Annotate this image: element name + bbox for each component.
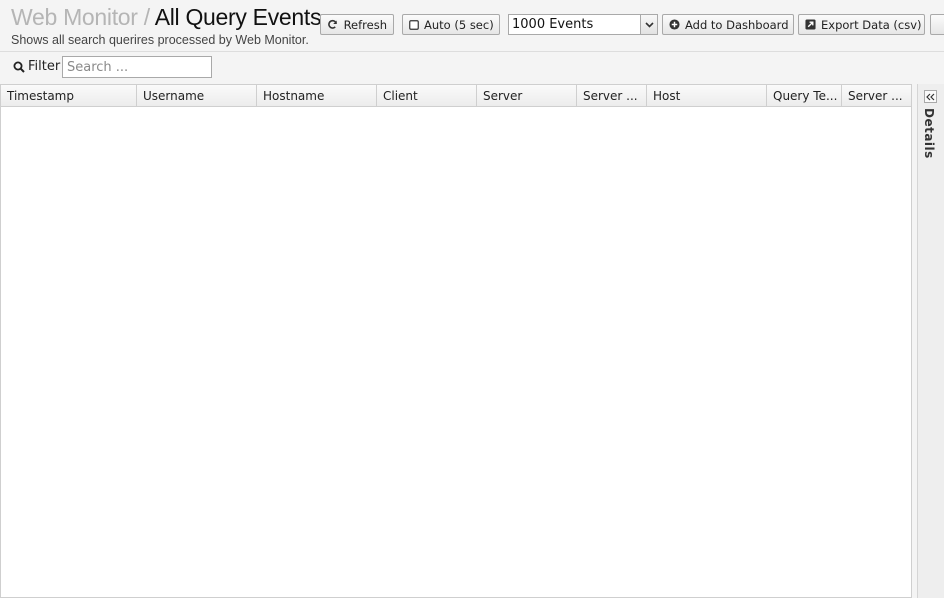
filter-label: Filter xyxy=(13,59,60,74)
details-panel: Details xyxy=(917,84,944,598)
column-header-username[interactable]: Username xyxy=(137,85,257,106)
filter-text: Filter xyxy=(28,59,61,74)
filter-bar: Filter xyxy=(0,52,944,84)
breadcrumb-current: All Query Events xyxy=(154,4,322,30)
overflow-button[interactable] xyxy=(930,14,944,35)
page-subtitle: Shows all search querires processed by W… xyxy=(11,33,309,47)
events-count-select[interactable]: 1000 Events xyxy=(508,14,658,35)
chevron-down-icon[interactable] xyxy=(640,15,657,34)
column-header-timestamp[interactable]: Timestamp xyxy=(1,85,137,106)
table-header: Timestamp Username Hostname Client Serve… xyxy=(1,85,911,107)
breadcrumb-parent[interactable]: Web Monitor xyxy=(11,4,138,30)
external-link-icon xyxy=(805,19,816,31)
add-to-dashboard-label: Add to Dashboard xyxy=(685,17,789,32)
page-title: Web Monitor / All Query Events xyxy=(11,3,321,31)
column-header-query-text[interactable]: Query Te... xyxy=(767,85,842,106)
search-input[interactable] xyxy=(62,56,212,78)
auto-refresh-label: Auto (5 sec) xyxy=(424,17,494,32)
refresh-button[interactable]: Refresh xyxy=(320,14,394,35)
page-header: Web Monitor / All Query Events Shows all… xyxy=(0,0,944,52)
breadcrumb-separator: / xyxy=(143,4,150,30)
column-header-server-2[interactable]: Server ... xyxy=(577,85,647,106)
refresh-label: Refresh xyxy=(343,17,387,32)
column-header-client[interactable]: Client xyxy=(377,85,477,106)
column-header-server-3[interactable]: Server ... xyxy=(842,85,911,106)
add-to-dashboard-button[interactable]: Add to Dashboard xyxy=(662,14,794,35)
column-header-server[interactable]: Server xyxy=(477,85,577,106)
auto-refresh-toggle[interactable]: Auto (5 sec) xyxy=(402,14,500,35)
export-data-label: Export Data (csv) xyxy=(821,17,922,32)
column-header-host[interactable]: Host xyxy=(647,85,767,106)
details-panel-label[interactable]: Details xyxy=(922,108,936,159)
events-table: Timestamp Username Hostname Client Serve… xyxy=(0,84,912,598)
search-icon xyxy=(13,61,25,73)
plus-circle-icon xyxy=(669,19,680,31)
checkbox-icon[interactable] xyxy=(409,19,419,31)
export-data-button[interactable]: Export Data (csv) xyxy=(798,14,925,35)
refresh-icon xyxy=(327,19,339,31)
double-chevron-left-icon[interactable] xyxy=(924,90,937,103)
title-block: Web Monitor / All Query Events Shows all… xyxy=(11,3,321,47)
events-count-value: 1000 Events xyxy=(512,17,594,32)
column-header-hostname[interactable]: Hostname xyxy=(257,85,377,106)
